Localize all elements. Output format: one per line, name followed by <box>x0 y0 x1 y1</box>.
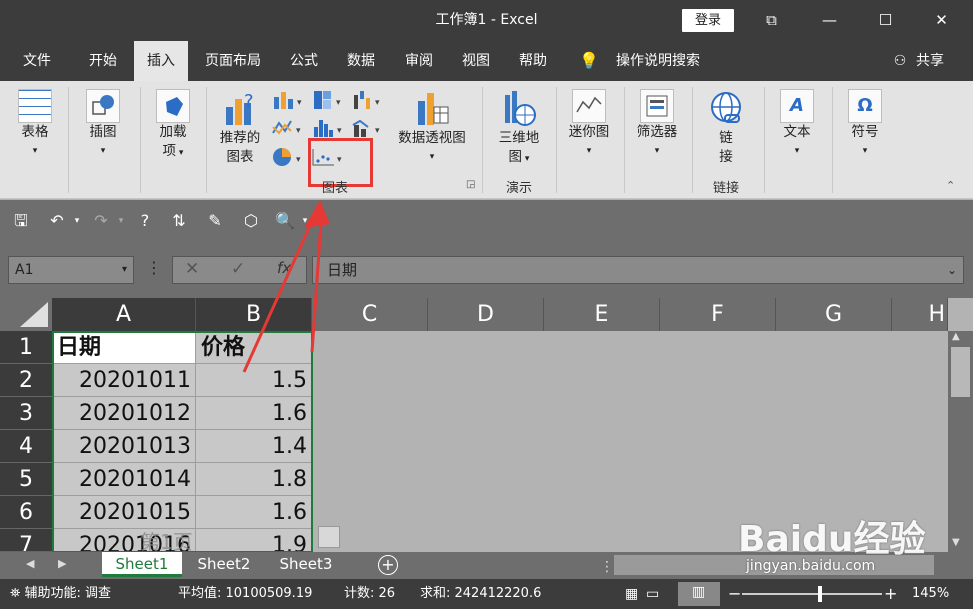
url-watermark: jingyan.baidu.com <box>746 558 876 574</box>
brand-watermark: Baidu经验 <box>738 519 926 560</box>
arrow-head <box>304 200 330 228</box>
arrow-line-1 <box>242 207 320 373</box>
arrow-line-2 <box>310 207 324 353</box>
